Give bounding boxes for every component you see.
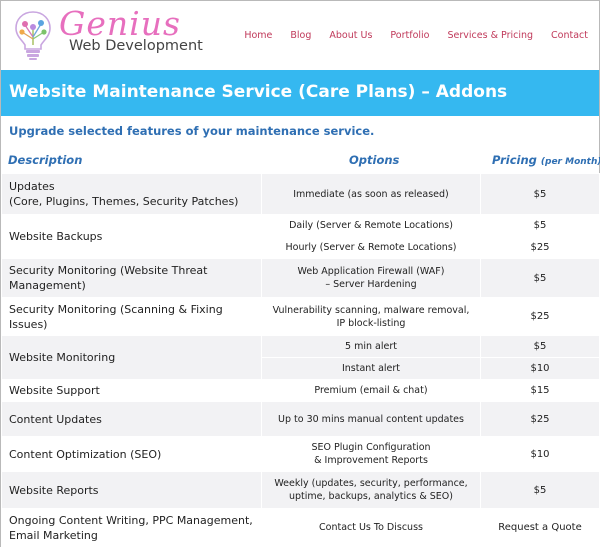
option-line: Weekly (updates, security, performance, [274, 478, 468, 489]
row-price: $10 [480, 357, 600, 380]
description-line: Ongoing Content Writing, PPC Management, [9, 513, 253, 527]
option-line: Instant alert [341, 363, 401, 374]
row-description: Security Monitoring (Scanning & Fixing I… [1, 297, 262, 336]
row-price: $5 [480, 258, 600, 298]
row-price: $25 [480, 401, 600, 437]
description-line: Website Support [9, 384, 100, 397]
option-line: Web Application Firewall (WAF) [297, 266, 445, 277]
page-banner: Website Maintenance Service (Care Plans)… [1, 70, 599, 116]
row-option: Contact Us To Discuss [261, 508, 481, 547]
description-line: Security Monitoring (Scanning & Fixing I… [9, 302, 223, 331]
column-header-description: Description [8, 153, 83, 167]
option-line: Up to 30 mins manual content updates [278, 413, 464, 425]
brand-tagline: Web Development [69, 38, 203, 54]
page-title: Website Maintenance Service (Care Plans)… [9, 82, 508, 102]
row-description: Website Support [1, 379, 262, 402]
site-header: Genius Web Development Home Blog About U… [1, 1, 599, 69]
description-line: Management) [9, 279, 86, 292]
option-line: 5 min alert [345, 341, 397, 352]
table-row: Content Updates Up to 30 mins manual cont… [1, 401, 600, 437]
row-option: Hourly (Server & Remote Locations) [261, 236, 481, 259]
table-row: Content Optimization (SEO) SEO Plugin Con… [1, 436, 600, 472]
description-line: Website Monitoring [9, 351, 116, 364]
table-row: Ongoing Content Writing, PPC Management,… [1, 508, 600, 547]
row-description: Website Reports [1, 471, 262, 509]
table-row: Website Backups Daily (Server & Remote Lo… [1, 214, 600, 259]
option-line: Premium (email & chat) [314, 385, 428, 396]
option-line: Vulnerability scanning, malware removal, [272, 304, 470, 316]
table-row: Website Reports Weekly (updates, security… [1, 471, 600, 509]
nav-blog[interactable]: Blog [290, 30, 311, 41]
row-price: $5 [480, 173, 600, 215]
pricing-label: Pricing [492, 153, 537, 167]
table-row: Security Monitoring (Website Threat Manag… [1, 258, 600, 298]
description-line: Website Reports [9, 483, 99, 497]
option-line: Hourly (Server & Remote Locations) [285, 242, 457, 253]
row-price: $5 [480, 335, 600, 358]
row-option: SEO Plugin Configuration & Improvement Re… [261, 436, 481, 472]
row-description: Content Updates [1, 401, 262, 437]
option-line: – Server Hardening [325, 279, 417, 290]
description-line: (Core, Plugins, Themes, Security Patches… [9, 195, 239, 208]
option-line: & Improvement Reports [314, 455, 428, 466]
row-option: Weekly (updates, security, performance, u… [261, 471, 481, 509]
row-option: Instant alert [261, 357, 481, 380]
option-line: IP block-listing [336, 317, 406, 329]
row-price: $25 [480, 297, 600, 336]
row-price: $5 [480, 214, 600, 237]
nav-about-us[interactable]: About Us [329, 30, 372, 41]
option-line: Contact Us To Discuss [319, 522, 423, 533]
pricing-table-body: Updates (Core, Plugins, Themes, Security … [1, 173, 600, 547]
table-row: Security Monitoring (Scanning & Fixing I… [1, 297, 600, 336]
nav-portfolio[interactable]: Portfolio [390, 30, 429, 41]
page-subtitle: Upgrade selected features of your mainte… [9, 124, 375, 138]
row-option: 5 min alert [261, 335, 481, 358]
table-row: Website Monitoring 5 min alert $5 [1, 335, 600, 380]
option-line: uptime, backups, analytics & SEO) [288, 491, 453, 502]
row-description: Website Backups [1, 214, 262, 259]
row-description: Website Monitoring [1, 335, 262, 380]
nav-home[interactable]: Home [244, 30, 272, 41]
description-line: Content Optimization (SEO) [9, 447, 162, 461]
row-option: Immediate (as soon as released) [261, 173, 481, 215]
description-line: Website Backups [9, 230, 103, 243]
row-option: Up to 30 mins manual content updates [261, 401, 481, 437]
pricing-note: (per Month) [540, 157, 600, 167]
row-price: Request a Quote [480, 508, 600, 547]
column-header-pricing: Pricing (per Month) [492, 153, 600, 167]
description-line: Email Marketing [9, 528, 98, 542]
row-description: Ongoing Content Writing, PPC Management,… [1, 508, 262, 547]
description-line: Updates [9, 180, 55, 193]
table-row: Website Support Premium (email & chat) $15 [1, 379, 600, 402]
description-line: Security Monitoring (Website Threat [9, 264, 208, 277]
row-option: Vulnerability scanning, malware removal,… [261, 297, 481, 336]
row-option: Daily (Server & Remote Locations) [261, 214, 481, 237]
row-price: $10 [480, 436, 600, 472]
row-description: Security Monitoring (Website Threat Manag… [1, 258, 262, 298]
lightbulb-logo-icon [15, 11, 51, 60]
row-description: Updates (Core, Plugins, Themes, Security … [1, 173, 262, 215]
option-line: Daily (Server & Remote Locations) [289, 220, 453, 231]
row-price: $5 [480, 471, 600, 509]
row-price: $25 [480, 236, 600, 259]
row-price: $15 [480, 379, 600, 402]
option-line: Immediate (as soon as released) [293, 188, 449, 200]
option-line: SEO Plugin Configuration [311, 442, 431, 453]
site-logo[interactable]: Genius Web Development [11, 4, 203, 63]
row-option: Web Application Firewall (WAF) – Server H… [261, 258, 481, 298]
table-row: Updates (Core, Plugins, Themes, Security … [1, 173, 600, 215]
row-description: Content Optimization (SEO) [1, 436, 262, 472]
column-header-options: Options [349, 153, 400, 167]
main-nav: Home Blog About Us Portfolio Services & … [226, 30, 588, 41]
nav-contact[interactable]: Contact [551, 30, 588, 41]
row-option: Premium (email & chat) [261, 379, 481, 402]
nav-services-pricing[interactable]: Services & Pricing [448, 30, 534, 41]
description-line: Content Updates [9, 412, 102, 426]
pricing-table: Updates (Core, Plugins, Themes, Security … [1, 173, 600, 547]
